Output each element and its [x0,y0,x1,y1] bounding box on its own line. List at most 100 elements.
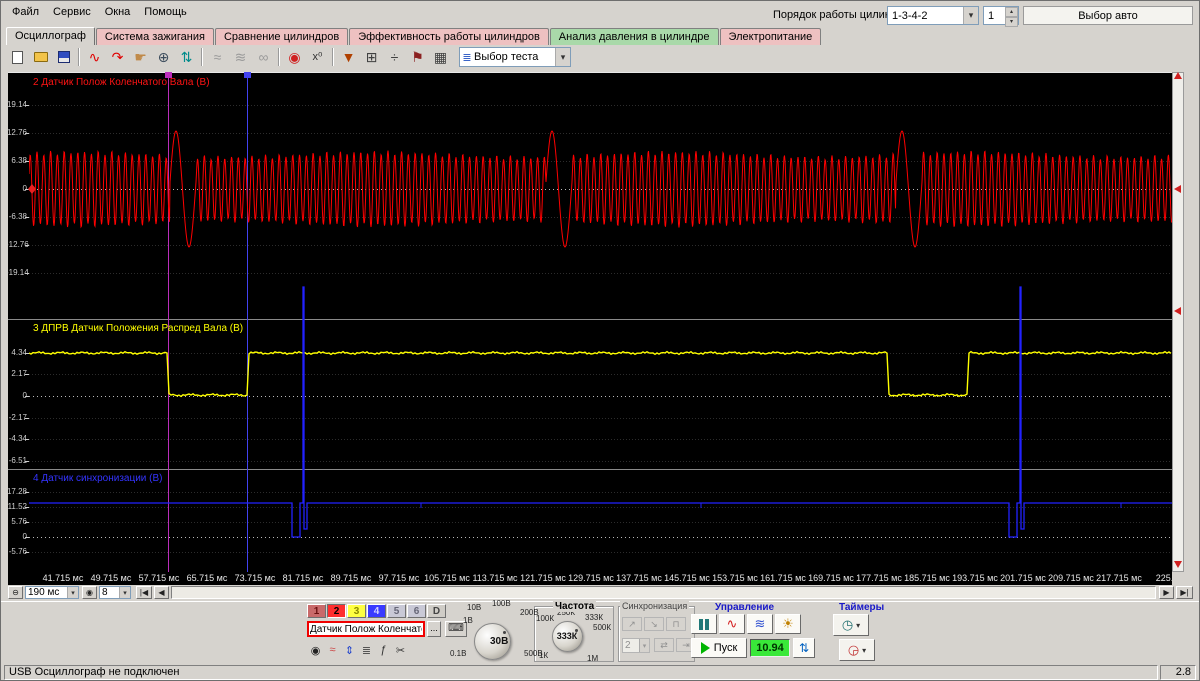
autoscale-icon: ⇅ [181,50,193,64]
go-prev-button[interactable]: ◀ [154,586,169,599]
start-button-label: Пуск [714,642,738,654]
channel-button-2[interactable]: 2 [327,604,346,618]
channel-button-D[interactable]: D [427,604,446,618]
trigger-fall-button[interactable]: ↘ [644,617,664,631]
go-next-button[interactable]: ▶ [1159,586,1174,599]
trigger-link-button[interactable]: ⇄ [654,638,674,652]
trigger-rise-button[interactable]: ↗ [622,617,642,631]
cylinder-order-select[interactable]: 1-3-4-2 ▾ [887,6,979,25]
start-button[interactable]: Пуск [691,638,747,658]
spin-up-icon[interactable]: ▴ [1005,7,1018,17]
status-bar: USB Осциллограф не подключен [4,665,1158,680]
application-window: ФайлСервисОкнаПомощь Порядок работы цили… [0,0,1200,681]
menu-item[interactable]: Окна [98,3,138,21]
trigger-pulse-button[interactable]: ⊓ [666,617,686,631]
test-select[interactable]: ≣ Выбор теста ▾ [459,47,571,67]
panel-title-2: 3 ДПРВ Датчик Положения Распред Вала (В) [33,323,243,334]
channel-button-5[interactable]: 5 [387,604,406,618]
invert-button[interactable]: ⇕ [341,642,358,658]
channel-button-6[interactable]: 6 [407,604,426,618]
chevron-down-icon: ▾ [862,646,866,655]
menu-item[interactable]: Файл [5,3,46,21]
chevron-down-icon[interactable]: ▾ [963,7,978,24]
divide-button[interactable]: ÷ [383,46,406,68]
waves-button[interactable]: ≈ [324,642,341,658]
menu-item[interactable]: Сервис [46,3,98,21]
autoscale-button[interactable]: ⇅ [175,46,198,68]
frequency-scale-label: 1М [587,654,598,663]
measure-button[interactable]: ↷ [106,46,129,68]
pause-button[interactable] [691,614,717,634]
report-button[interactable]: ▦ [429,46,452,68]
single-wave-button[interactable]: ∿ [719,614,745,634]
y-axis-label: -12.76 [6,240,27,249]
tab-6[interactable]: Электропитание [720,28,822,45]
y-axis-label: 2.17 [6,369,27,378]
oscilloscope-display[interactable] [8,72,1172,572]
chevron-down-icon[interactable]: ▾ [119,587,130,598]
go-last-button[interactable]: ▶| [1176,586,1193,599]
report-icon: ▦ [434,50,447,64]
chevron-down-icon[interactable]: ▾ [67,587,78,598]
measure-icon: ↷ [112,50,124,64]
hide-wave-button[interactable]: ≈ [206,46,229,68]
frequency-scale-label: 333К [585,613,603,622]
lamp-button[interactable]: ☀ [775,614,801,634]
zoom-out-button[interactable]: ⊖ [8,586,23,599]
menu-item[interactable]: Помощь [137,3,194,21]
channel-button-3[interactable]: 3 [347,604,366,618]
overlay-waves-button[interactable]: ≋ [229,46,252,68]
open-button[interactable] [29,46,52,68]
channel-button-4[interactable]: 4 [367,604,386,618]
eye-icon: ◉ [311,644,321,657]
time-scale-select[interactable]: 190 мс ▾ [25,586,79,599]
channel-name-more-button[interactable]: ... [427,621,441,637]
timer-2-button[interactable]: ◶▾ [839,639,875,661]
zoom-button[interactable]: ⊕ [152,46,175,68]
depth-select[interactable]: 8 ▾ [99,586,131,599]
spin-down-icon[interactable]: ▾ [1005,17,1018,27]
function-button[interactable]: ƒ [375,642,392,658]
view-waves-button[interactable]: ∞ [252,46,275,68]
tab-5[interactable]: Анализ давления в цилиндре [550,28,719,45]
open-icon [34,52,48,62]
chevron-down-icon[interactable]: ▾ [555,48,570,66]
tab-2[interactable]: Система зажигания [96,28,214,45]
time-axis-label: 225.7 [1139,573,1172,583]
tab-3[interactable]: Сравнение цилиндров [215,28,348,45]
waves-icon: ≈ [329,644,335,656]
channel-button-1[interactable]: 1 [307,604,326,618]
filter-button[interactable]: ▼ [337,46,360,68]
zero-offset-button[interactable]: x⁰ [306,46,329,68]
go-first-button[interactable]: |◀ [136,586,152,599]
tab-4[interactable]: Эффективность работы цилиндров [349,28,549,45]
tab-1[interactable]: Осциллограф [6,27,95,45]
cylinder-number-spinner[interactable]: 1 ▴ ▾ [983,6,1019,25]
lamp-icon: ☀ [782,616,794,632]
grid-button[interactable]: ⊞ [360,46,383,68]
sync-group [618,606,695,662]
wave-button[interactable]: ∿ [83,46,106,68]
new-button[interactable] [6,46,29,68]
auto-range-button[interactable]: ⇅ [793,638,815,658]
lines-button[interactable]: ≣ [358,642,375,658]
multi-wave-button[interactable]: ≋ [747,614,773,634]
car-select[interactable]: Выбор авто [1023,6,1193,25]
cut-button[interactable]: ✂ [392,642,409,658]
eye-button[interactable]: ◉ [307,642,324,658]
sync-channel-select[interactable]: 2 ▾ [622,638,650,653]
flag-button[interactable]: ⚑ [406,46,429,68]
save-icon [58,51,70,63]
record-button[interactable]: ◉ [283,46,306,68]
chevron-down-icon[interactable]: ▾ [639,639,649,652]
divide-icon: ÷ [391,50,399,64]
dial-button[interactable]: ◉ [82,586,97,599]
tab-bar: ОсциллографСистема зажиганияСравнение ци… [6,27,822,45]
zero-offset-icon: x⁰ [313,52,323,63]
scrollbar-track[interactable] [171,586,1156,599]
timer-1-button[interactable]: ◷▾ [833,614,869,636]
channel-name-input[interactable] [307,621,425,637]
save-button[interactable] [52,46,75,68]
vertical-marker-strip[interactable] [1172,72,1184,572]
hand-button[interactable]: ☛ [129,46,152,68]
